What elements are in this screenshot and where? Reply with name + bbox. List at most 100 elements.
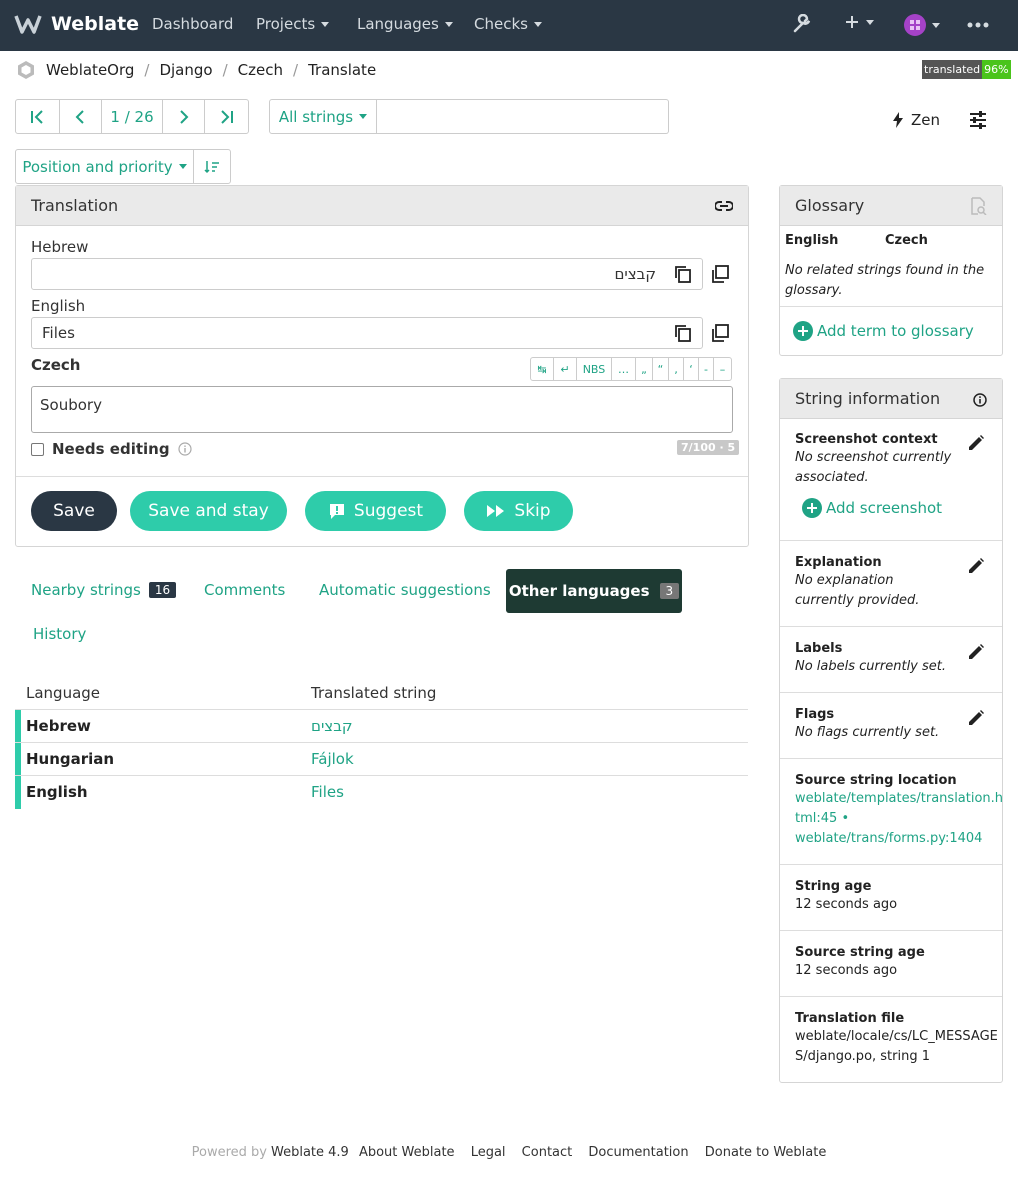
special-char-single-low-quote[interactable]: ‚ (669, 358, 684, 380)
nav-checks[interactable]: Checks (474, 15, 542, 33)
source-age-text: 12 seconds ago (795, 963, 898, 978)
more-icon[interactable] (967, 22, 989, 28)
user-menu[interactable] (904, 14, 940, 36)
target-language-label: Czech (31, 356, 81, 374)
previous-string-button[interactable] (60, 100, 103, 133)
footer-powered: Powered by (191, 1145, 267, 1160)
table-row: Hebrew קבצים (15, 709, 748, 743)
search-input[interactable] (376, 99, 669, 134)
clone-to-translation-icon[interactable] (711, 324, 729, 342)
clone-to-translation-icon[interactable] (711, 265, 729, 283)
breadcrumb-project[interactable]: Django (159, 61, 212, 79)
special-char-low-quote[interactable]: „ (636, 358, 653, 380)
tab-nearby-count: 16 (148, 582, 177, 598)
source-location-link-1[interactable]: weblate/templates/translation.h tml:45 (795, 791, 1003, 826)
first-string-button[interactable] (16, 100, 60, 133)
pencil-icon[interactable] (967, 557, 985, 575)
breadcrumb-language[interactable]: Czech (238, 61, 283, 79)
first-icon (31, 109, 44, 124)
flags-section: Flags No flags currently set. (780, 692, 1002, 758)
source-location-link-2[interactable]: weblate/trans/forms.py:1404 (795, 831, 982, 846)
save-and-stay-button[interactable]: Save and stay (130, 491, 287, 531)
special-char-ellipsis[interactable]: … (612, 358, 636, 380)
filter-dropdown[interactable]: All strings (269, 99, 377, 134)
add-term-button[interactable]: Add term to glossary (793, 321, 974, 341)
string-age-title: String age (795, 879, 872, 894)
special-char-high-quote[interactable]: “ (653, 358, 669, 380)
translation-file-line-2: S/django.po, string 1 (795, 1049, 931, 1064)
translated-status-bar (15, 743, 21, 776)
brand[interactable]: Weblate (14, 12, 139, 36)
filter-button[interactable]: All strings (270, 100, 376, 133)
footer: Powered by Weblate 4.9 About Weblate Lega… (0, 1145, 1018, 1160)
translation-textarea[interactable]: Soubory (31, 386, 733, 433)
next-string-button[interactable] (163, 100, 206, 133)
needs-editing-checkbox[interactable] (31, 442, 44, 456)
glossary-title: Glossary (795, 196, 865, 215)
tab-nearby-strings[interactable]: Nearby strings 16 (31, 581, 177, 599)
save-button[interactable]: Save (31, 491, 117, 531)
special-char-tab[interactable]: ↹ (531, 358, 554, 380)
add-screenshot-button[interactable]: Add screenshot (802, 498, 942, 518)
labels-section: Labels No labels currently set. (780, 626, 1002, 692)
copy-icon[interactable] (674, 324, 692, 342)
caret-down-icon (444, 21, 453, 27)
footer-version-link[interactable]: Weblate 4.9 (271, 1145, 349, 1160)
special-char-nbsp[interactable]: NBS (577, 358, 612, 380)
footer-legal-link[interactable]: Legal (471, 1145, 506, 1160)
breadcrumb-org[interactable]: WeblateOrg (46, 61, 134, 79)
row-translation-link[interactable]: Fájlok (311, 750, 354, 768)
sort-dropdown[interactable]: Position and priority (16, 150, 194, 183)
nav-languages[interactable]: Languages (357, 15, 453, 33)
tab-comments[interactable]: Comments (204, 581, 285, 599)
pencil-icon[interactable] (967, 643, 985, 661)
skip-label: Skip (514, 501, 551, 521)
row-translation-link[interactable]: קבצים (311, 717, 353, 735)
search-glossary-icon[interactable] (969, 197, 987, 215)
sort-direction-button[interactable] (194, 150, 230, 183)
suggest-label: Suggest (353, 501, 424, 521)
pencil-icon[interactable] (967, 709, 985, 727)
last-string-button[interactable] (205, 100, 248, 133)
tab-other-languages[interactable]: Other languages 3 (506, 569, 682, 613)
lightning-icon (893, 112, 903, 128)
location-separator: • (841, 811, 850, 826)
zen-button[interactable]: Zen (893, 111, 940, 129)
tab-history-label: History (33, 625, 87, 643)
sort-label: Position and priority (22, 157, 173, 176)
special-char-single-high-quote[interactable]: ‘ (684, 358, 699, 380)
needs-editing-label[interactable]: Needs editing (52, 440, 170, 458)
column-header-translated: Translated string (311, 684, 437, 702)
tab-history[interactable]: History (33, 625, 86, 643)
add-menu[interactable] (844, 14, 874, 30)
skip-button[interactable]: Skip (464, 491, 573, 531)
pencil-icon[interactable] (967, 434, 985, 452)
glossary-panel: Glossary English Czech No related string… (779, 185, 1003, 356)
copy-icon[interactable] (674, 265, 692, 283)
footer-about-link[interactable]: About Weblate (359, 1145, 455, 1160)
footer-donate-link[interactable]: Donate to Weblate (705, 1145, 827, 1160)
link-icon[interactable] (715, 198, 733, 214)
info-icon[interactable] (177, 442, 192, 456)
translated-badge[interactable]: translated 96% (922, 60, 1011, 79)
nav-projects[interactable]: Projects (256, 15, 330, 33)
special-char-hyphen[interactable]: - (699, 358, 714, 380)
info-circle-icon[interactable] (973, 393, 987, 407)
needs-editing-row: Needs editing (31, 440, 192, 458)
plus-icon (846, 16, 858, 28)
nav-dashboard[interactable]: Dashboard (152, 15, 233, 33)
tab-automatic-suggestions[interactable]: Automatic suggestions (319, 581, 491, 599)
suggest-button[interactable]: Suggest (305, 491, 446, 531)
wrench-icon[interactable] (792, 14, 812, 34)
tab-auto-label: Automatic suggestions (319, 581, 491, 599)
plus-circle-icon (802, 498, 822, 518)
row-translation-link[interactable]: Files (311, 783, 344, 801)
source-location-section: Source string location weblate/templates… (780, 758, 1003, 864)
footer-contact-link[interactable]: Contact (522, 1145, 573, 1160)
translated-status-bar (15, 710, 21, 743)
plus-circle-icon (793, 321, 813, 341)
special-char-en-dash[interactable]: – (714, 358, 731, 380)
settings-sliders-icon[interactable] (969, 111, 987, 129)
special-char-newline[interactable]: ↵ (554, 358, 577, 380)
footer-documentation-link[interactable]: Documentation (588, 1145, 688, 1160)
